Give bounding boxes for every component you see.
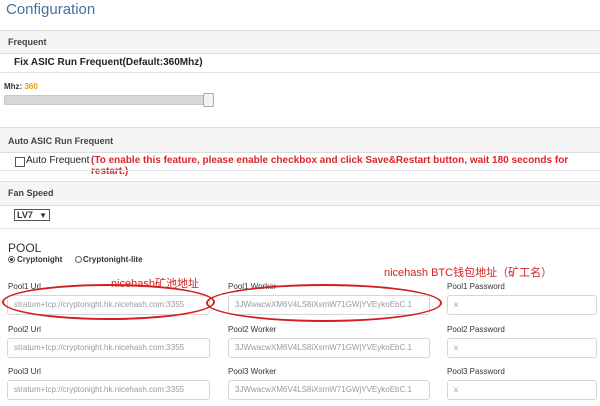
- page-title: Configuration: [6, 1, 96, 18]
- algorithm-radio-cryptonight-lite[interactable]: [75, 256, 82, 263]
- algorithm-radio-cryptonight[interactable]: [8, 256, 15, 263]
- fan-speed-value: LV7: [17, 210, 33, 220]
- auto-frequent-panel-header: Auto ASIC Run Frequent: [0, 127, 600, 153]
- divider: [0, 170, 600, 171]
- pool3-worker-label: Pool3 Worker: [228, 367, 277, 376]
- pool2-worker-input[interactable]: 3JWwacwXM6V4LS8iXsmW71GWjYVEykoEbC.1: [228, 338, 430, 358]
- mhz-value: 360: [24, 82, 38, 91]
- auto-frequent-note: (To enable this feature, please enable c…: [91, 155, 569, 177]
- pool-section-title: POOL: [8, 241, 42, 255]
- pool2-password-input[interactable]: x: [447, 338, 597, 358]
- pool1-password-label: Pool1 Password: [447, 282, 505, 291]
- mhz-readout: Mhz: 360: [4, 82, 38, 91]
- auto-frequent-label[interactable]: Auto Frequent: [26, 155, 89, 166]
- fan-speed-panel-header: Fan Speed: [0, 181, 600, 206]
- pool1-password-input[interactable]: x: [447, 295, 597, 315]
- pool3-password-label: Pool3 Password: [447, 367, 505, 376]
- frequency-slider[interactable]: [4, 95, 213, 105]
- algorithm-label-cryptonight-lite[interactable]: Cryptonight-lite: [83, 255, 143, 264]
- pool2-password-label: Pool2 Password: [447, 325, 505, 334]
- algorithm-label-cryptonight[interactable]: Cryptonight: [17, 255, 62, 264]
- auto-frequent-checkbox[interactable]: [15, 157, 25, 167]
- frequent-panel-header: Frequent: [0, 30, 600, 54]
- divider: [0, 72, 600, 73]
- annotation-ellipse-worker: [206, 284, 442, 322]
- pool2-url-input[interactable]: stratum+tcp://cryptonight.hk.nicehash.co…: [7, 338, 210, 358]
- pool3-worker-input[interactable]: 3JWwacwXM6V4LS8iXsmW71GWjYVEykoEbC.1: [228, 380, 430, 400]
- chevron-down-icon: ▼: [39, 211, 47, 220]
- divider: [0, 228, 600, 229]
- annotation-worker-note: nicehash BTC钱包地址（矿工名）: [384, 267, 553, 279]
- fan-speed-select[interactable]: LV7 ▼: [14, 209, 50, 221]
- pool2-url-label: Pool2 Url: [8, 325, 41, 334]
- fix-frequency-label: Fix ASIC Run Frequent(Default:360Mhz): [14, 57, 203, 68]
- pool3-url-label: Pool3 Url: [8, 367, 41, 376]
- mhz-label: Mhz:: [4, 82, 23, 91]
- pool3-password-input[interactable]: x: [447, 380, 597, 400]
- frequency-slider-handle[interactable]: [203, 93, 214, 107]
- pool2-worker-label: Pool2 Worker: [228, 325, 277, 334]
- annotation-ellipse-url: [2, 284, 215, 320]
- pool3-url-input[interactable]: stratum+tcp://cryptonight.hk.nicehash.co…: [7, 380, 210, 400]
